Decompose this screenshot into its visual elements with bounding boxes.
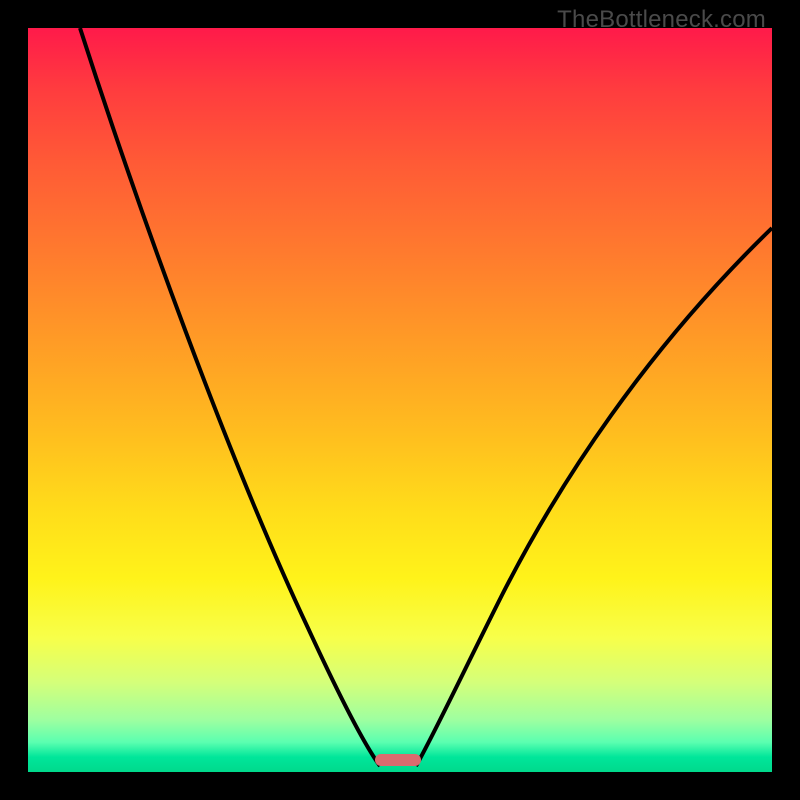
- watermark-text: TheBottleneck.com: [557, 6, 766, 34]
- right-curve: [416, 228, 772, 766]
- chart-container: TheBottleneck.com: [0, 0, 800, 800]
- plot-area: [28, 28, 772, 772]
- left-curve: [80, 28, 380, 766]
- bottleneck-marker: [375, 754, 421, 766]
- bottleneck-curves: [28, 28, 772, 772]
